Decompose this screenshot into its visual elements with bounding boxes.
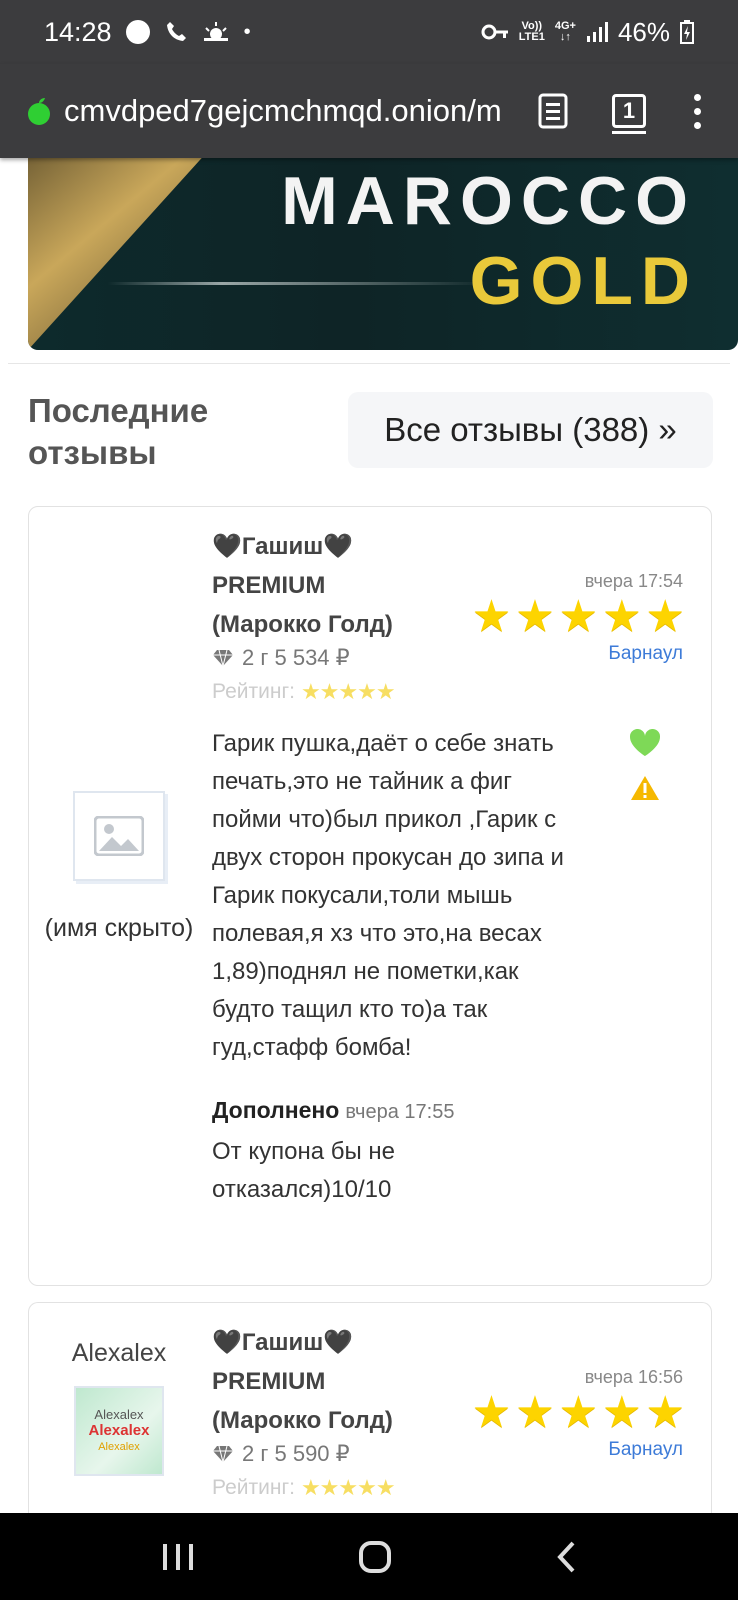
city-link[interactable]: Барнаул — [608, 643, 683, 665]
price: 2 г 5 590 ₽ — [242, 1441, 350, 1466]
avatar-text: Alexalex — [88, 1422, 150, 1439]
phone-icon — [166, 22, 186, 41]
purchase-info: 2 г 5 534 ₽ — [212, 645, 350, 671]
review-author: Alexalex Alexalex Alexalex Alexalex — [29, 1339, 209, 1476]
product-name-line3: (Марокко Голд) — [212, 611, 393, 638]
battery-charging-icon — [680, 20, 694, 44]
status-time: 14:28 — [44, 16, 112, 47]
star-icon: ★ — [602, 1388, 642, 1437]
recent-apps-icon[interactable] — [161, 1542, 195, 1572]
url-text: cmvdped7gejcmchmqd.onion/m — [64, 93, 502, 128]
product-name-line3: (Марокко Голд) — [212, 1407, 393, 1434]
shop-banner: MAROCCO GOLD — [28, 140, 738, 350]
product-name-line1: 🖤Гашиш🖤 — [212, 1329, 354, 1356]
added-label: Дополнено — [212, 1097, 340, 1123]
diamond-icon — [213, 1445, 233, 1463]
banner-title: MAROCCO — [281, 163, 696, 239]
added-date: вчера 17:55 — [345, 1101, 455, 1123]
product-name-line1: 🖤Гашиш🖤 — [212, 533, 354, 560]
banner-line — [108, 282, 488, 285]
review-date: вчера 17:54 — [584, 571, 683, 591]
review-card: (имя скрыто) 🖤Гашиш🖤 PREMIUM (Марокко Го… — [28, 506, 712, 1286]
browser-menu-button[interactable] — [694, 93, 701, 129]
volte-indicator: Vo)) LTE1 — [519, 21, 545, 43]
review-stars: ★ ★ ★ ★ ★ — [472, 1391, 685, 1435]
product-name-line2: PREMIUM — [212, 572, 326, 599]
review-actions — [629, 729, 661, 801]
all-reviews-button[interactable]: Все отзывы (388) » — [348, 392, 713, 468]
star-icon: ★ — [645, 1388, 685, 1437]
vpn-key-icon — [481, 24, 508, 40]
reader-mode-button[interactable] — [536, 92, 570, 130]
weather-icon — [203, 22, 228, 41]
network-indicator: 4G+ ↓↑ — [555, 21, 576, 43]
address-bar[interactable]: cmvdped7gejcmchmqd.onion/m — [64, 93, 514, 129]
avatar-text: Alexalex — [94, 1407, 144, 1422]
rating-stars: ★★★★★ — [300, 1475, 396, 1500]
system-navigation-bar — [0, 1513, 738, 1600]
tabs-button[interactable]: 1 — [612, 94, 646, 134]
home-icon[interactable] — [358, 1540, 392, 1574]
more-notifications-icon: • — [243, 20, 251, 43]
lte-label: LTE1 — [518, 31, 545, 43]
review-author: (имя скрыто) — [29, 791, 209, 947]
rating-label: Рейтинг: — [212, 680, 295, 703]
product-name[interactable]: 🖤Гашиш🖤 PREMIUM (Марокко Голд) — [212, 527, 393, 644]
star-icon: ★ — [515, 592, 555, 641]
avatar-text: Alexalex — [98, 1441, 140, 1453]
banner-gold-texture — [28, 140, 218, 350]
tab-count: 1 — [622, 98, 636, 123]
product-name[interactable]: 🖤Гашиш🖤 PREMIUM (Марокко Голд) — [212, 1323, 393, 1440]
rating-stars: ★★★★★ — [300, 679, 396, 704]
data-arrows-label: ↓↑ — [559, 31, 571, 43]
review-card: Alexalex Alexalex Alexalex Alexalex 🖤Гаш… — [28, 1302, 712, 1522]
image-placeholder-icon — [94, 816, 144, 856]
signal-icon — [586, 22, 608, 42]
reader-mode-icon — [538, 93, 568, 129]
back-icon[interactable] — [555, 1540, 577, 1574]
purchase-info: 2 г 5 590 ₽ — [212, 1441, 350, 1467]
star-icon: ★ — [471, 592, 512, 641]
star-icon: ★ — [602, 592, 642, 641]
avatar-placeholder — [73, 791, 165, 881]
review-date: вчера 16:56 — [584, 1367, 683, 1387]
browser-toolbar: cmvdped7gejcmchmqd.onion/m 1 — [0, 64, 738, 158]
report-warning-icon[interactable] — [630, 775, 660, 801]
city-link[interactable]: Барнаул — [608, 1439, 683, 1461]
battery-percent: 46% — [617, 16, 670, 47]
notification-dot-icon — [125, 20, 150, 44]
status-bar: 14:28 • Vo)) LTE1 4G+ ↓↑ 46% — [0, 0, 738, 64]
banner-subtitle: GOLD — [469, 243, 698, 319]
seller-rating: Рейтинг: ★★★★★ — [212, 1475, 396, 1501]
product-name-line2: PREMIUM — [212, 1368, 326, 1395]
review-addition-header: Дополнено вчера 17:55 — [212, 1097, 454, 1124]
diamond-icon — [213, 649, 233, 667]
author-avatar[interactable]: Alexalex Alexalex Alexalex — [74, 1386, 164, 1476]
seller-rating: Рейтинг: ★★★★★ — [212, 679, 396, 705]
star-icon: ★ — [515, 1388, 555, 1437]
author-name[interactable]: Alexalex — [29, 1339, 209, 1368]
review-stars: ★ ★ ★ ★ ★ — [472, 595, 685, 639]
onion-site-icon[interactable] — [24, 96, 54, 126]
review-text: Гарик пушка,даёт о себе знать печать,это… — [212, 730, 564, 1061]
star-icon: ★ — [558, 592, 599, 641]
star-icon: ★ — [471, 1388, 512, 1437]
star-icon: ★ — [558, 1388, 599, 1437]
like-heart-icon[interactable] — [629, 729, 661, 757]
author-name: (имя скрыто) — [44, 914, 194, 942]
divider — [8, 363, 730, 364]
review-addition-text: От купона бы не отказался)10/10 — [212, 1138, 395, 1203]
rating-label: Рейтинг: — [212, 1476, 295, 1499]
star-icon: ★ — [645, 592, 685, 641]
section-title: Последние отзывы — [28, 392, 209, 471]
price: 2 г 5 534 ₽ — [242, 645, 350, 670]
